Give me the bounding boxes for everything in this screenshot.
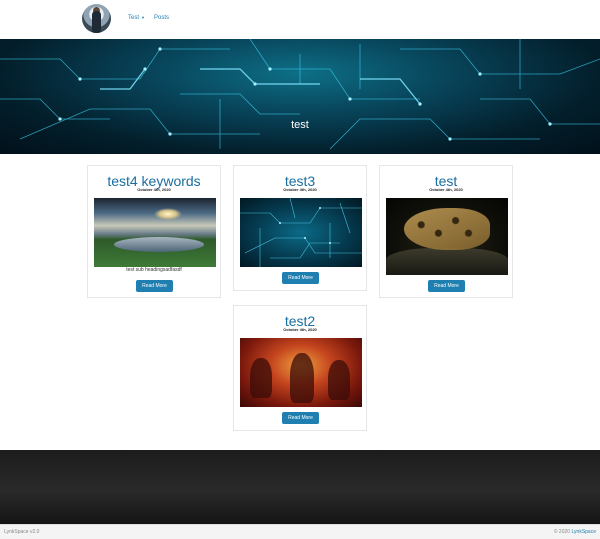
post-date: October 4th, 2020 — [429, 187, 463, 192]
image-figure — [290, 353, 314, 403]
read-more-button[interactable]: Read More — [136, 280, 173, 292]
post-image[interactable] — [386, 198, 508, 275]
footer-bar: LynkSpace v2.0 © 2020 LynkSpace — [0, 524, 600, 539]
post-image[interactable] — [240, 198, 362, 267]
post-date: October 4th, 2020 — [283, 327, 317, 332]
footer-version: LynkSpace v2.0 — [4, 529, 40, 535]
post-image[interactable] — [94, 198, 216, 267]
image-rock — [386, 248, 508, 275]
post-card: test4 keywords October 4th, 2020 test su… — [87, 165, 221, 298]
footer-copyright: © 2020 LynkSpace — [554, 529, 596, 535]
image-figure — [250, 358, 272, 398]
circuit-image-graphic — [240, 198, 362, 267]
footer-copyright-text: © 2020 — [553, 529, 572, 535]
footer-dark-band — [0, 450, 600, 524]
read-more-button[interactable]: Read More — [282, 412, 319, 424]
post-date: October 4th, 2020 — [137, 187, 171, 192]
post-subheading: test sub headingsadfasdf — [126, 267, 182, 273]
post-card: test3 October 4th, 2020 Read More — [233, 165, 367, 291]
nav-item-posts[interactable]: Posts — [154, 15, 169, 21]
footer-brand-link[interactable]: LynkSpace — [571, 529, 596, 535]
post-card: test2 October 4th, 2020 Read More — [233, 305, 367, 431]
image-lake — [114, 237, 204, 252]
nav-item-test-label: Test — [128, 15, 140, 22]
nav-item-posts-label: Posts — [154, 15, 170, 21]
read-more-button[interactable]: Read More — [428, 280, 465, 292]
avatar-body — [92, 11, 101, 33]
hero-banner: test — [0, 39, 600, 154]
hero-title: test — [291, 119, 309, 131]
circuit-background-graphic — [0, 39, 600, 150]
post-image[interactable] — [240, 338, 362, 407]
post-card: test October 4th, 2020 Read More — [379, 165, 513, 298]
image-sun — [154, 208, 182, 220]
site-logo-avatar[interactable] — [82, 4, 111, 33]
nav-item-test[interactable]: Test ▼ — [128, 15, 145, 21]
image-figure — [328, 360, 350, 400]
image-leopard — [404, 208, 490, 250]
chevron-down-icon: ▼ — [141, 15, 145, 20]
read-more-button[interactable]: Read More — [282, 272, 319, 284]
top-navbar: Test ▼ Posts — [0, 0, 600, 39]
post-date: October 4th, 2020 — [283, 187, 317, 192]
